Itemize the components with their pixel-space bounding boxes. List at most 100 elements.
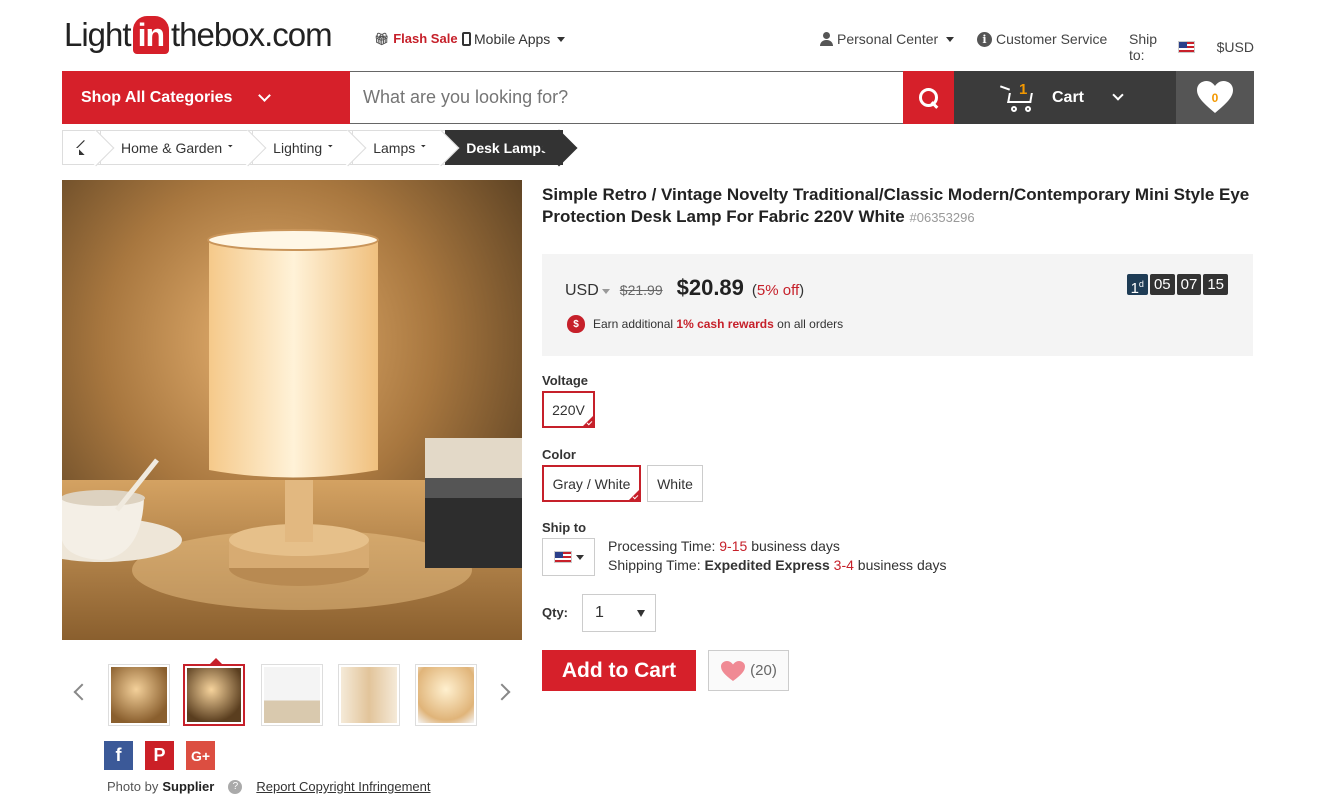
product-sku: #06353296 — [909, 210, 975, 225]
chevron-down-icon — [258, 88, 272, 102]
chevron-right-icon[interactable] — [493, 683, 511, 701]
lamp-photo — [62, 180, 522, 640]
cart-label: Cart — [1052, 88, 1085, 106]
thumbnail-strip — [62, 658, 522, 728]
heart-icon: 0 — [1195, 78, 1235, 118]
color-option-gray-white[interactable]: Gray / White — [542, 465, 641, 502]
voltage-label: Voltage — [542, 373, 588, 388]
product-main-image[interactable] — [62, 180, 522, 640]
caret-down-icon — [637, 610, 645, 617]
facebook-icon[interactable]: f — [104, 741, 133, 770]
search-button[interactable] — [903, 71, 954, 124]
caret-down-icon — [328, 145, 339, 150]
thumbnail[interactable] — [108, 664, 170, 726]
thumbnail-selected[interactable] — [183, 658, 245, 726]
pinterest-icon[interactable]: P — [145, 741, 174, 770]
ship-to-label: Ship to: — [1129, 31, 1158, 63]
ship-to-label: Ship to — [542, 520, 587, 535]
ship-to-selector[interactable]: Ship to: $USD — [1129, 31, 1254, 63]
currency-selector[interactable]: USD — [565, 282, 610, 300]
cash-rewards-note: $ Earn additional 1% cash rewards on all… — [567, 315, 843, 333]
phone-icon — [462, 32, 471, 46]
breadcrumb: Home & Garden Lighting Lamps Desk Lamps — [62, 130, 563, 165]
us-flag-icon — [1178, 41, 1195, 53]
product-title: Simple Retro / Vintage Novelty Tradition… — [542, 184, 1254, 229]
cart-button[interactable]: 1 Cart — [954, 71, 1176, 124]
flash-sale-link[interactable]: 🎁︎ Flash Sale — [374, 31, 458, 46]
social-share: f P G+ — [104, 741, 215, 770]
wishlist-count: 0 — [1211, 91, 1219, 105]
wishlist-button[interactable]: 0 — [1176, 71, 1254, 124]
money-bag-icon: $ — [567, 315, 585, 333]
supplier-label: Supplier — [162, 779, 215, 794]
caret-down-icon — [601, 288, 610, 294]
caret-down-icon — [421, 145, 432, 150]
thumbnail[interactable] — [261, 664, 323, 726]
breadcrumb-home[interactable] — [62, 130, 100, 165]
add-to-cart-button[interactable]: Add to Cart — [542, 650, 696, 691]
voltage-option-220v[interactable]: 220V — [542, 391, 595, 428]
qty-value: 1 — [595, 604, 604, 621]
breadcrumb-home-garden[interactable]: Home & Garden — [100, 130, 253, 165]
discount-label: (5% off) — [751, 282, 805, 299]
breadcrumb-label: Home & Garden — [121, 139, 223, 156]
google-plus-icon[interactable]: G+ — [186, 741, 215, 770]
help-icon[interactable]: ? — [228, 779, 243, 794]
add-to-wishlist-button[interactable]: (20) — [708, 650, 789, 691]
logo-text-light: Light — [64, 16, 132, 53]
shop-all-categories-button[interactable]: Shop All Categories — [62, 71, 350, 124]
price-row: USD $21.99 $20.89 (5% off) — [565, 275, 804, 301]
countdown-days: 1d — [1126, 274, 1148, 297]
breadcrumb-lighting[interactable]: Lighting — [252, 130, 353, 165]
old-price: $21.99 — [619, 282, 663, 298]
color-label: Color — [542, 447, 576, 462]
cart-icon: 1 — [999, 81, 1036, 113]
us-flag-icon — [553, 551, 572, 563]
photo-credit: Photo by Supplier ? Report Copyright Inf… — [107, 779, 431, 794]
wish-count: (20) — [750, 662, 777, 679]
currency-label: $USD — [1216, 39, 1254, 55]
caret-down-icon — [228, 145, 239, 150]
heart-icon — [721, 660, 746, 681]
personal-center-menu[interactable]: Personal Center — [820, 31, 955, 47]
shop-all-label: Shop All Categories — [81, 88, 233, 106]
shipping-info: Processing Time: 9-15 business days Ship… — [608, 537, 947, 575]
top-bar: Light in thebox.com 🎁︎ Flash Sale Mobile A… — [62, 10, 1254, 63]
price-box: USD $21.99 $20.89 (5% off) 1d 05 07 15 $… — [542, 254, 1253, 356]
countdown-seconds: 15 — [1203, 274, 1228, 295]
qty-label: Qty: — [542, 605, 568, 620]
thumbnail[interactable] — [415, 664, 477, 726]
mobile-apps-menu[interactable]: Mobile Apps — [462, 31, 566, 47]
info-icon: i — [977, 31, 992, 47]
ship-country-select[interactable] — [542, 538, 595, 576]
shipping-time: Shipping Time: Expedited Express 3-4 bus… — [608, 557, 947, 573]
report-copyright-link[interactable]: Report Copyright Infringement — [256, 779, 430, 794]
countdown-hours: 05 — [1149, 274, 1175, 295]
processing-time: Processing Time: 9-15 business days — [608, 538, 840, 554]
color-option-white[interactable]: White — [647, 465, 703, 502]
customer-service-link[interactable]: i Customer Service — [977, 31, 1107, 47]
personal-center-label: Personal Center — [837, 31, 939, 47]
currency-label: USD — [565, 282, 599, 299]
countdown-minutes: 07 — [1176, 274, 1202, 295]
caret-down-icon — [557, 36, 566, 42]
user-icon — [820, 32, 833, 46]
product-title-text: Simple Retro / Vintage Novelty Tradition… — [542, 185, 1250, 226]
thumbnail[interactable] — [338, 664, 400, 726]
qty-select[interactable]: 1 — [582, 594, 656, 632]
flash-sale-label: Flash Sale — [393, 31, 458, 46]
gift-icon: 🎁︎ — [374, 31, 390, 46]
chevron-down-icon — [1112, 89, 1124, 101]
breadcrumb-current-label: Desk Lamps — [466, 139, 549, 156]
chevron-left-icon[interactable] — [73, 683, 91, 701]
search-input[interactable] — [350, 71, 903, 124]
search-icon — [918, 87, 939, 108]
home-icon — [75, 139, 92, 156]
customer-service-label: Customer Service — [996, 31, 1108, 47]
countdown-timer: 1d 05 07 15 — [1126, 274, 1228, 297]
breadcrumb-label: Lighting — [273, 139, 323, 156]
site-logo[interactable]: Light in thebox.com — [64, 16, 333, 54]
caret-down-icon — [575, 554, 584, 560]
search-bar-row: Shop All Categories 1 Cart 0 — [62, 71, 1254, 124]
caret-down-icon — [946, 36, 955, 42]
